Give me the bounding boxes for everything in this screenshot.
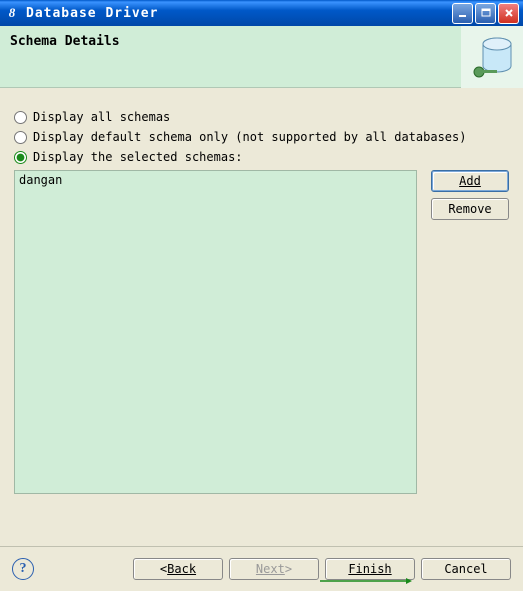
option-default-schema[interactable]: Display default schema only (not support… xyxy=(14,130,509,144)
radio-selected[interactable] xyxy=(14,151,27,164)
finish-button[interactable]: Finish xyxy=(325,558,415,580)
wizard-footer: ? < Back Next > Finish Cancel xyxy=(0,546,523,591)
cancel-button[interactable]: Cancel xyxy=(421,558,511,580)
remove-button[interactable]: Remove xyxy=(431,198,509,220)
schema-options-group: Display all schemas Display default sche… xyxy=(14,110,509,164)
app-icon: 8 xyxy=(4,5,20,21)
wizard-header: Schema Details xyxy=(0,26,523,88)
database-icon xyxy=(461,26,523,88)
list-item[interactable]: dangan xyxy=(19,173,412,187)
add-button[interactable]: Add xyxy=(431,170,509,192)
option-default-label: Display default schema only (not support… xyxy=(33,130,466,144)
option-all-label: Display all schemas xyxy=(33,110,170,124)
minimize-button[interactable] xyxy=(452,3,473,24)
radio-all[interactable] xyxy=(14,111,27,124)
help-icon[interactable]: ? xyxy=(12,558,34,580)
page-title: Schema Details xyxy=(10,34,120,49)
back-button[interactable]: < Back xyxy=(133,558,223,580)
maximize-button[interactable] xyxy=(475,3,496,24)
titlebar: 8 Database Driver xyxy=(0,0,523,26)
schema-buttons: Add Remove xyxy=(431,170,509,220)
option-all-schemas[interactable]: Display all schemas xyxy=(14,110,509,124)
window-title: Database Driver xyxy=(26,6,452,21)
window-controls xyxy=(452,3,519,24)
content-area: Display all schemas Display default sche… xyxy=(0,88,523,504)
close-button[interactable] xyxy=(498,3,519,24)
next-button: Next > xyxy=(229,558,319,580)
radio-default[interactable] xyxy=(14,131,27,144)
option-selected-label: Display the selected schemas: xyxy=(33,150,243,164)
schema-selection-area: dangan Add Remove xyxy=(14,170,509,494)
footer-buttons: < Back Next > Finish Cancel xyxy=(133,558,511,580)
option-selected-schemas[interactable]: Display the selected schemas: xyxy=(14,150,509,164)
schema-list[interactable]: dangan xyxy=(14,170,417,494)
